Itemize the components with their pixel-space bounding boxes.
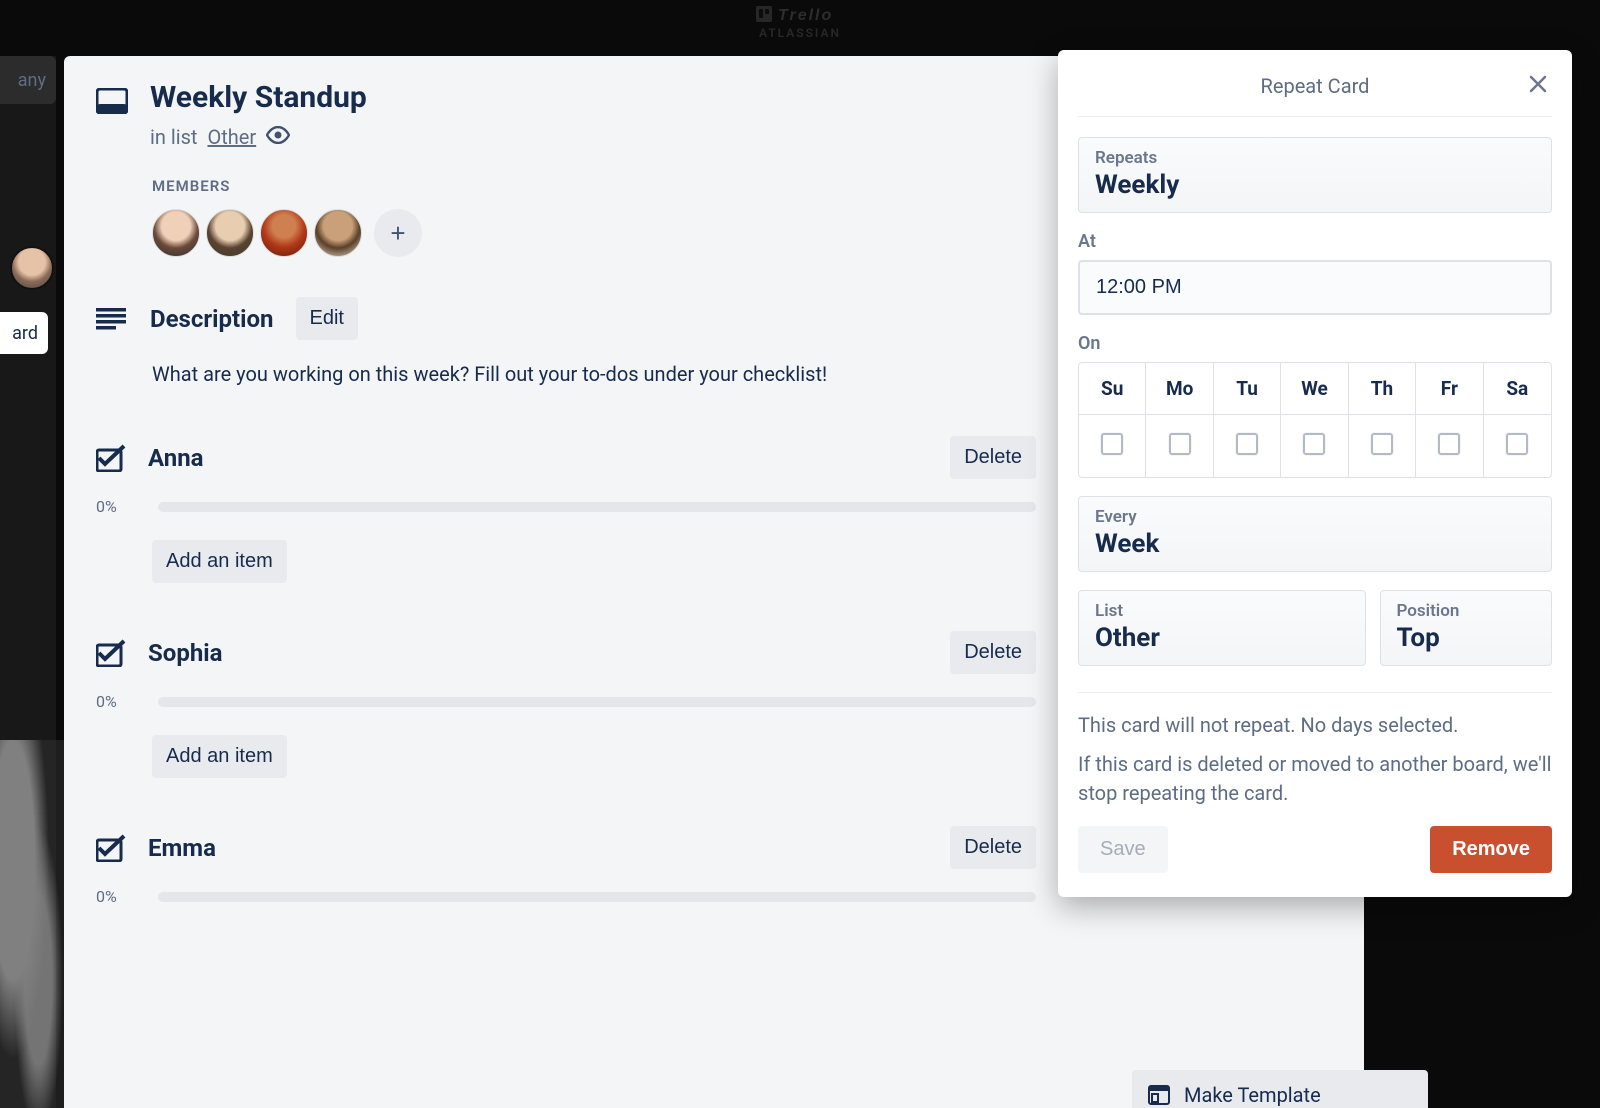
make-template-label: Make Template [1184,1083,1321,1107]
checklist-progress [158,502,1036,512]
edit-description-button[interactable]: Edit [296,297,358,340]
delete-checklist-button[interactable]: Delete [950,631,1036,674]
description-icon [96,308,128,330]
day-check-mo[interactable] [1169,433,1191,455]
trello-logo: Trello [756,4,844,24]
day-head-mo: Mo [1146,363,1213,415]
position-field[interactable]: Position Top [1380,590,1553,666]
member-avatar[interactable] [152,209,200,257]
day-check-th[interactable] [1371,433,1393,455]
members-row: + [152,209,1036,257]
close-icon [1529,75,1547,93]
background-image [0,740,64,1108]
list-value: Other [1095,623,1349,653]
checklist-title[interactable]: Anna [148,444,204,472]
card-title[interactable]: Weekly Standup [150,80,367,115]
day-check-we[interactable] [1303,433,1325,455]
checklist-icon [96,444,126,472]
top-bar: Trello ATLASSIAN [0,0,1600,44]
position-label: Position [1397,601,1536,621]
template-icon [1148,1085,1170,1105]
add-item-button[interactable]: Add an item [152,540,287,583]
member-avatar[interactable] [314,209,362,257]
description-text[interactable]: What are you working on this week? Fill … [152,360,1036,388]
members-label: MEMBERS [152,177,1036,195]
day-head-sa: Sa [1484,363,1551,415]
in-list-prefix: in list [150,125,197,149]
popover-warning: This card will not repeat. No days selec… [1078,711,1552,740]
day-head-tu: Tu [1214,363,1281,415]
repeats-field[interactable]: Repeats Weekly [1078,137,1552,213]
checklist-percent: 0% [96,692,140,711]
delete-checklist-button[interactable]: Delete [950,826,1036,869]
checklist-title[interactable]: Sophia [148,639,222,667]
day-check-sa[interactable] [1506,433,1528,455]
brand-sub: ATLASSIAN [759,26,841,40]
member-avatar[interactable] [260,209,308,257]
list-field[interactable]: List Other [1078,590,1366,666]
background-tab: any [0,56,56,104]
every-value: Week [1095,529,1535,559]
checklist-title[interactable]: Emma [148,834,216,862]
add-member-button[interactable]: + [374,209,422,257]
day-head-fr: Fr [1416,363,1483,415]
description-heading: Description [150,305,274,333]
days-grid: Su Mo Tu We Th Fr Sa [1078,362,1552,478]
at-label: At [1078,231,1552,252]
list-label: List [1095,601,1349,621]
checklist-icon [96,834,126,862]
popover-divider [1078,692,1552,693]
repeat-card-popover: Repeat Card Repeats Weekly At On Su Mo T… [1058,50,1572,897]
save-button[interactable]: Save [1078,826,1168,873]
checklist-percent: 0% [96,497,140,516]
svg-text:Trello: Trello [778,7,833,24]
list-link[interactable]: Other [207,125,256,149]
delete-checklist-button[interactable]: Delete [950,436,1036,479]
background-avatar [10,246,54,290]
repeats-value: Weekly [1095,170,1535,200]
card-icon [96,80,128,114]
close-button[interactable] [1524,72,1552,100]
day-check-tu[interactable] [1236,433,1258,455]
position-value: Top [1397,623,1536,653]
day-head-th: Th [1349,363,1416,415]
checklist-progress [158,697,1036,707]
time-input[interactable] [1078,260,1552,315]
day-check-fr[interactable] [1438,433,1460,455]
every-field[interactable]: Every Week [1078,496,1552,572]
popover-note: If this card is deleted or moved to anot… [1078,750,1552,808]
remove-button[interactable]: Remove [1430,826,1552,873]
on-label: On [1078,333,1552,354]
day-head-we: We [1281,363,1348,415]
checklist-icon [96,639,126,667]
day-head-su: Su [1079,363,1146,415]
member-avatar[interactable] [206,209,254,257]
watch-icon[interactable] [266,125,290,149]
day-check-su[interactable] [1101,433,1123,455]
every-label: Every [1095,507,1535,527]
repeats-label: Repeats [1095,148,1535,168]
checklist-percent: 0% [96,887,140,906]
popover-title: Repeat Card [1261,74,1370,98]
make-template-button[interactable]: Make Template [1132,1070,1428,1108]
add-item-button[interactable]: Add an item [152,735,287,778]
checklist-progress [158,892,1036,902]
background-card-sliver: ard [0,312,48,354]
